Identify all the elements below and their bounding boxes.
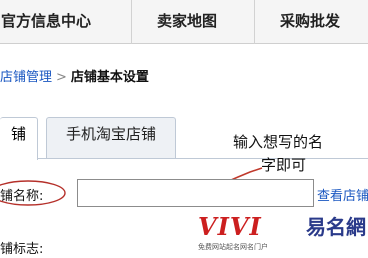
watermark-logo: VIVI 易名網 免费网站起名网名门户 xyxy=(198,212,368,258)
tab-mobile-taobao-shop[interactable]: 手机淘宝店铺 xyxy=(46,117,176,159)
tab-shop[interactable]: 铺 xyxy=(0,117,38,160)
shop-name-label: 铺名称: xyxy=(0,189,44,204)
top-nav: 官方信息中心 卖家地图 采购批发 xyxy=(0,0,368,44)
shop-name-input[interactable] xyxy=(77,179,314,207)
nav-item-official-info[interactable]: 官方信息中心 xyxy=(1,0,91,44)
breadcrumb-link-shop-management[interactable]: 店铺管理 xyxy=(0,70,52,85)
breadcrumb: 店铺管理 > 店铺基本设置 xyxy=(0,66,149,86)
nav-item-wholesale[interactable]: 采购批发 xyxy=(280,0,340,44)
annotation-line-2: 字即可 xyxy=(261,156,307,174)
callout-annotation: 输入想写的名 字即可 xyxy=(233,131,363,177)
nav-divider xyxy=(254,0,255,44)
watermark-latin-text: VIVI xyxy=(198,212,262,241)
breadcrumb-separator: > xyxy=(56,70,67,85)
nav-item-seller-map[interactable]: 卖家地图 xyxy=(157,0,217,44)
view-shop-link[interactable]: 查看店铺 xyxy=(317,185,368,204)
breadcrumb-current: 店铺基本设置 xyxy=(70,70,149,85)
shop-logo-label: 铺标志: xyxy=(0,242,44,257)
nav-divider xyxy=(131,0,132,44)
watermark-chinese-text: 易名網 xyxy=(306,215,366,239)
annotation-line-1: 输入想写的名 xyxy=(233,133,324,151)
watermark-tagline: 免费网站起名网名门户 xyxy=(198,243,268,251)
